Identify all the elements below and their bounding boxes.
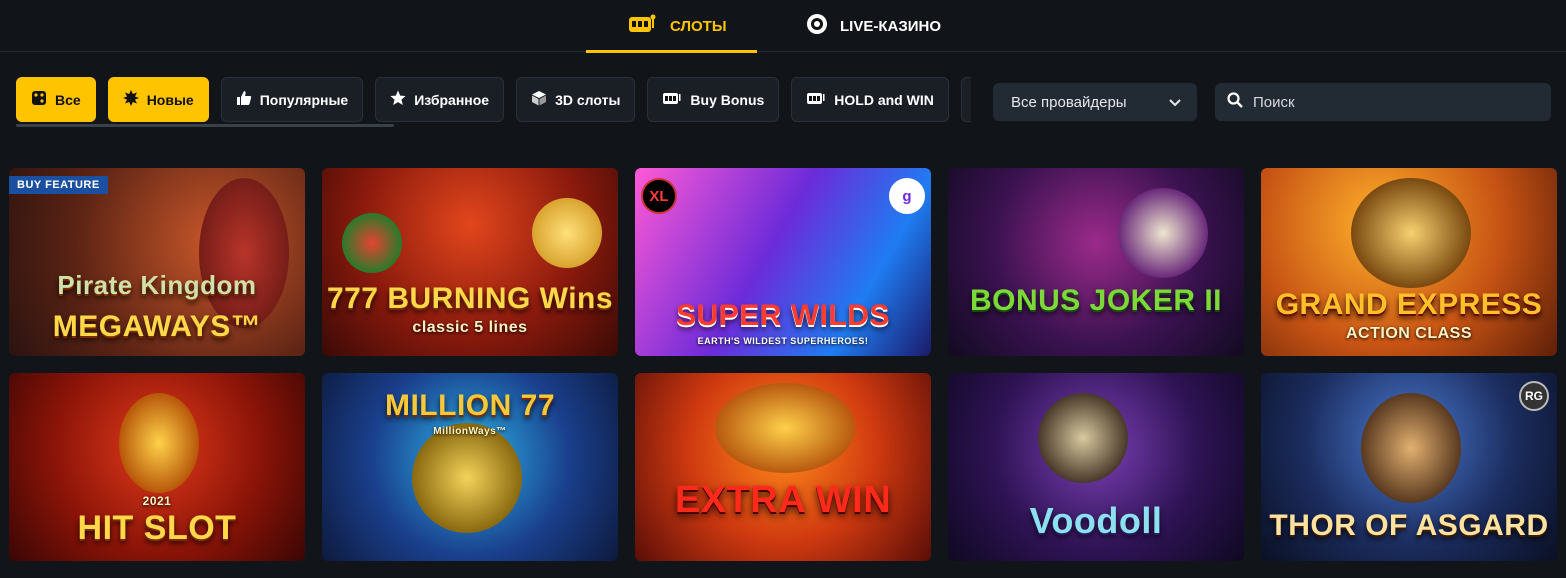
- filter-favorites-label: Избранное: [414, 91, 490, 108]
- filter-3d-slots-label: 3D слоты: [555, 91, 621, 108]
- tab-slots[interactable]: СЛОТЫ: [586, 0, 756, 53]
- thumbs-up-icon: [236, 90, 252, 109]
- game-card[interactable]: BUY FEATURE Pirate Kingdom MEGAWAYS™: [9, 168, 305, 356]
- game-title: Voodoll: [1029, 500, 1163, 541]
- game-card[interactable]: RG THOR OF ASGARD: [1261, 373, 1557, 561]
- game-title: EXTRA WIN: [674, 479, 892, 521]
- filter-hold-and-win-label: HOLD and WIN: [834, 91, 934, 108]
- filter-hold-and-win[interactable]: HOLD and WIN: [791, 77, 949, 122]
- buy-feature-badge: BUY FEATURE: [9, 176, 108, 194]
- filter-new-label: Новые: [146, 91, 194, 108]
- filters-scrollbar[interactable]: [16, 124, 394, 127]
- search-input[interactable]: [1253, 93, 1533, 111]
- provider-select[interactable]: Все провайдеры: [993, 83, 1197, 121]
- slot-machine-icon: [662, 91, 682, 108]
- game-card[interactable]: GRAND EXPRESS ACTION CLASS: [1261, 168, 1557, 356]
- game-title: MILLION 77 MillionWays™: [322, 391, 618, 437]
- filter-overflow[interactable]: [960, 77, 971, 122]
- tab-live-casino-label: LIVE-КАЗИНО: [840, 17, 942, 35]
- game-card[interactable]: 777 BURNING Wins classic 5 lines: [322, 168, 618, 356]
- game-title: 2021 HIT SLOT: [9, 495, 305, 545]
- game-title: 777 BURNING Wins classic 5 lines: [322, 284, 618, 336]
- game-card[interactable]: MILLION 77 MillionWays™: [322, 373, 618, 561]
- game-title: BONUS JOKER II: [969, 284, 1223, 317]
- game-subtitle: classic 5 lines: [412, 319, 528, 336]
- game-subtitle: MillionWays™: [433, 426, 507, 437]
- game-subtitle: ACTION CLASS: [1346, 325, 1472, 342]
- filter-popular[interactable]: Популярные: [220, 77, 364, 122]
- filter-buy-bonus-label: Buy Bonus: [690, 91, 765, 108]
- filter-favorites[interactable]: Избранное: [375, 77, 505, 122]
- filter-new[interactable]: Новые: [107, 77, 209, 122]
- game-subtitle: MEGAWAYS™: [52, 310, 262, 343]
- game-card[interactable]: BONUS JOKER II: [948, 168, 1244, 356]
- provider-logo: XL: [641, 178, 677, 214]
- filter-all-label: Все: [55, 91, 81, 108]
- burst-icon: [122, 90, 139, 109]
- tab-slots-label: СЛОТЫ: [670, 17, 727, 35]
- top-tabs: СЛОТЫ LIVE-КАЗИНО: [0, 0, 1566, 53]
- game-card[interactable]: Voodoll: [948, 373, 1244, 561]
- star-icon: [390, 90, 406, 109]
- category-filters: Все Новые Популярные Избранное 3D слоты …: [16, 77, 971, 122]
- game-title: THOR OF ASGARD: [1269, 509, 1549, 542]
- provider-select-value: Все провайдеры: [1011, 93, 1127, 111]
- search-icon: [1227, 91, 1243, 113]
- dice-icon: [31, 90, 47, 109]
- chevron-down-icon: [1169, 94, 1181, 111]
- game-subtitle: EARTH'S WILDEST SUPERHEROES!: [697, 336, 869, 346]
- game-card[interactable]: EXTRA WIN: [635, 373, 931, 561]
- game-subtitle: 2021: [142, 494, 172, 508]
- game-title: Pirate Kingdom: [57, 270, 257, 300]
- slot-machine-icon: [628, 14, 658, 38]
- game-card[interactable]: 2021 HIT SLOT: [9, 373, 305, 561]
- games-grid: BUY FEATURE Pirate Kingdom MEGAWAYS™ 777…: [9, 168, 1557, 561]
- provider-logo: RG: [1519, 381, 1549, 411]
- provider-logo: g: [889, 178, 925, 214]
- filter-all[interactable]: Все: [16, 77, 96, 122]
- game-title: GRAND EXPRESS ACTION CLASS: [1261, 290, 1557, 342]
- search-box: [1215, 83, 1551, 121]
- cube-icon: [531, 90, 547, 109]
- tab-live-casino[interactable]: LIVE-КАЗИНО: [806, 0, 941, 52]
- filter-3d-slots[interactable]: 3D слоты: [516, 77, 636, 122]
- game-card[interactable]: XL g SUPER WILDS EARTH'S WILDEST SUPERHE…: [635, 168, 931, 356]
- game-title: SUPER WILDS EARTH'S WILDEST SUPERHEROES!: [635, 301, 931, 346]
- filter-popular-label: Популярные: [259, 91, 349, 108]
- filter-buy-bonus[interactable]: Buy Bonus: [647, 77, 780, 122]
- slot-machine-icon: [806, 91, 826, 108]
- casino-chip-icon: [806, 13, 828, 39]
